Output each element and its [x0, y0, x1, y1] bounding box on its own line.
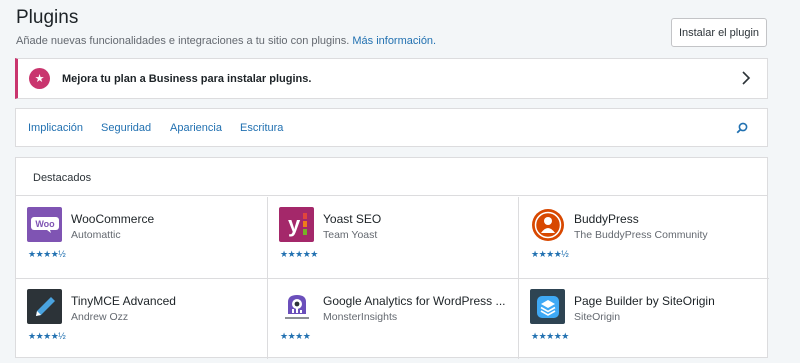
plugin-name: Google Analytics for WordPress ...	[323, 294, 506, 308]
plugin-card-buddypress[interactable]: BuddyPress The BuddyPress Community ★★★★…	[518, 197, 769, 278]
plugin-card-tinymce[interactable]: TinyMCE Advanced Andrew Ozz ★★★★½	[16, 278, 267, 359]
siteorigin-logo-icon	[530, 289, 565, 324]
plugin-card-yoast[interactable]: y Yoast SEO Team Yoast ★★★★★	[267, 197, 518, 278]
plugin-author: The BuddyPress Community	[574, 229, 708, 241]
rating-stars: ★★★★★	[531, 331, 569, 341]
page-subtitle-text: Añade nuevas funcionalidades e integraci…	[16, 35, 350, 47]
learn-more-link[interactable]: Más información.	[352, 35, 436, 47]
plugin-author: SiteOrigin	[574, 311, 621, 323]
svg-text:Woo: Woo	[35, 219, 55, 229]
rating-stars: ★★★★½	[28, 249, 66, 259]
rating-stars: ★★★★	[280, 331, 311, 341]
nav-item-seguridad[interactable]: Seguridad	[101, 122, 151, 134]
buddypress-logo-icon	[530, 207, 565, 242]
plugin-name: Yoast SEO	[323, 212, 382, 226]
search-icon[interactable]	[736, 122, 748, 134]
plugin-author: Team Yoast	[323, 229, 378, 241]
yoast-logo-icon: y	[279, 207, 314, 242]
rating-stars: ★★★★★	[280, 249, 318, 259]
upgrade-banner-text: Mejora tu plan a Business para instalar …	[62, 72, 312, 85]
page-title: Plugins	[16, 7, 79, 28]
plugin-name: WooCommerce	[71, 212, 155, 226]
plugin-card-monsterinsights[interactable]: Google Analytics for WordPress ... Monst…	[267, 278, 518, 359]
nav-item-implicacion[interactable]: Implicación	[28, 122, 83, 134]
featured-heading: Destacados	[16, 158, 767, 196]
upgrade-banner[interactable]: ★ Mejora tu plan a Business para instala…	[15, 58, 768, 99]
nav-item-escritura[interactable]: Escritura	[240, 122, 283, 134]
tinymce-logo-icon	[27, 289, 62, 324]
star-icon: ★	[29, 68, 50, 89]
rating-stars: ★★★★½	[531, 249, 569, 259]
featured-panel: Destacados Woo WooCommerce Automattic ★★…	[15, 157, 769, 359]
svg-text:y: y	[288, 212, 301, 237]
plugin-card-woocommerce[interactable]: Woo WooCommerce Automattic ★★★★½	[16, 197, 267, 278]
page-subtitle: Añade nuevas funcionalidades e integraci…	[16, 35, 436, 47]
plugin-name: Page Builder by SiteOrigin	[574, 294, 715, 308]
plugin-card-siteorigin[interactable]: Page Builder by SiteOrigin SiteOrigin ★★…	[518, 278, 769, 359]
plugin-author: Andrew Ozz	[71, 311, 129, 323]
install-plugin-button[interactable]: Instalar el plugin	[671, 18, 767, 47]
nav-item-apariencia[interactable]: Apariencia	[170, 122, 222, 134]
category-nav: Implicación Seguridad Apariencia Escritu…	[15, 108, 768, 147]
plugin-name: BuddyPress	[574, 212, 639, 226]
chevron-right-icon	[742, 71, 751, 85]
woocommerce-logo-icon: Woo	[27, 207, 62, 242]
rating-stars: ★★★★½	[28, 331, 66, 341]
plugin-name: TinyMCE Advanced	[71, 294, 176, 308]
plugin-author: Automattic	[71, 229, 121, 241]
plugin-author: MonsterInsights	[323, 311, 398, 323]
monsterinsights-logo-icon	[279, 289, 314, 324]
